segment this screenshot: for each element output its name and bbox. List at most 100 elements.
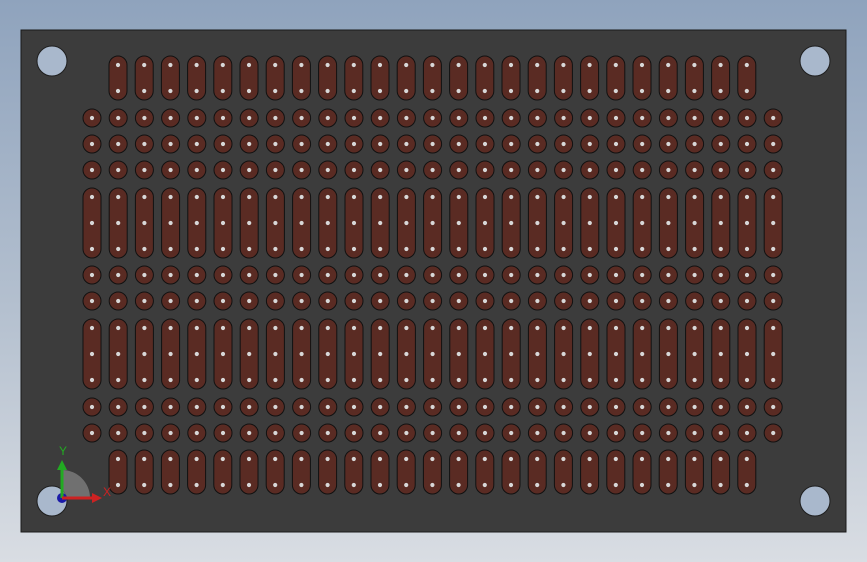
- pad-hole: [194, 141, 199, 147]
- pad-hole: [587, 430, 592, 436]
- pad-hole: [456, 62, 461, 68]
- pad-hole: [666, 194, 671, 200]
- strip-pad: [449, 55, 469, 101]
- pad-hole: [666, 325, 671, 331]
- pad-hole: [561, 456, 566, 462]
- strip-pad: [501, 449, 521, 495]
- pad-hole: [273, 62, 278, 68]
- strip-pad: [160, 449, 180, 495]
- pad-hole: [325, 62, 330, 68]
- pad-hole: [220, 482, 225, 488]
- pad-hole: [247, 141, 252, 147]
- strip-pad: [239, 449, 259, 495]
- pad-hole: [246, 88, 252, 94]
- pad-hole: [535, 220, 540, 226]
- pad-hole: [718, 167, 723, 173]
- pad-hole: [561, 298, 566, 304]
- pad-hole: [404, 62, 409, 68]
- pad-hole: [142, 456, 147, 462]
- pad-hole: [325, 351, 330, 357]
- pad-hole: [771, 141, 776, 147]
- pad-hole: [116, 404, 121, 410]
- mounting-hole: [799, 485, 831, 517]
- strip-pad: [684, 55, 704, 101]
- pad-hole: [613, 482, 618, 488]
- pad-hole: [482, 115, 488, 121]
- pad-hole: [744, 377, 750, 383]
- pad-hole: [692, 404, 697, 410]
- pad-hole: [744, 194, 750, 200]
- pad-hole: [220, 456, 225, 462]
- strip-pad: [737, 449, 757, 495]
- pad-hole: [404, 272, 409, 278]
- pad-hole: [351, 430, 357, 436]
- pad-hole: [247, 220, 252, 226]
- pad-hole: [299, 298, 304, 304]
- pad-hole: [430, 377, 435, 383]
- pad-hole: [325, 377, 330, 383]
- pad-hole: [430, 272, 435, 278]
- pad-hole: [220, 325, 226, 331]
- pad-hole: [89, 272, 95, 278]
- strip-pad: [527, 449, 547, 495]
- pad-hole: [456, 404, 461, 410]
- pad-hole: [640, 246, 645, 252]
- pad-hole: [325, 325, 330, 331]
- pad-hole: [561, 62, 566, 68]
- pad-hole: [771, 272, 776, 278]
- pad-hole: [220, 220, 226, 226]
- pad-hole: [666, 404, 671, 410]
- pad-hole: [482, 325, 488, 331]
- strip-pad: [711, 55, 731, 101]
- pad-hole: [613, 298, 619, 304]
- pad-hole: [456, 167, 461, 173]
- strip-pad: [187, 449, 207, 495]
- pad-hole: [509, 141, 514, 147]
- pad-hole: [666, 220, 671, 226]
- pad-hole: [692, 88, 697, 94]
- pad-hole: [246, 456, 252, 462]
- pad-hole: [273, 325, 278, 331]
- pad-hole: [666, 482, 671, 488]
- pad-hole: [194, 456, 199, 462]
- pad-hole: [535, 377, 540, 383]
- pad-hole: [744, 430, 750, 436]
- strip-pad: [449, 449, 469, 495]
- pad-hole: [115, 62, 121, 68]
- pad-hole: [771, 404, 776, 410]
- pad-hole: [692, 115, 697, 121]
- pad-hole: [116, 141, 121, 147]
- pad-hole: [587, 482, 592, 488]
- pad-hole: [351, 325, 357, 331]
- pad-hole: [509, 430, 514, 436]
- pad-hole: [482, 482, 487, 488]
- pad-hole: [509, 194, 514, 200]
- pad-hole: [299, 456, 304, 462]
- pad-hole: [666, 141, 671, 147]
- pad-hole: [325, 220, 330, 226]
- graphics-viewport[interactable]: Y X: [0, 0, 867, 562]
- pad-hole: [456, 325, 461, 331]
- pad-hole: [561, 220, 566, 226]
- pad-hole: [482, 62, 487, 68]
- pad-hole: [351, 88, 356, 94]
- pad-hole: [666, 456, 671, 462]
- pad-hole: [718, 351, 723, 357]
- pad-hole: [718, 272, 723, 278]
- pad-hole: [430, 404, 435, 410]
- pad-hole: [351, 404, 357, 410]
- pad-hole: [561, 141, 566, 147]
- pad-hole: [771, 298, 776, 304]
- pad-hole: [587, 115, 592, 121]
- pad-hole: [535, 456, 540, 462]
- strip-pad: [553, 449, 573, 495]
- pad-hole: [168, 404, 173, 410]
- pad-hole: [744, 141, 750, 147]
- pad-hole: [744, 404, 750, 410]
- pad-hole: [325, 404, 330, 410]
- pad-hole: [692, 194, 697, 200]
- pcb-model[interactable]: Y X: [0, 0, 867, 562]
- pad-hole: [613, 167, 619, 173]
- pad-hole: [194, 246, 199, 252]
- pad-hole: [299, 88, 304, 94]
